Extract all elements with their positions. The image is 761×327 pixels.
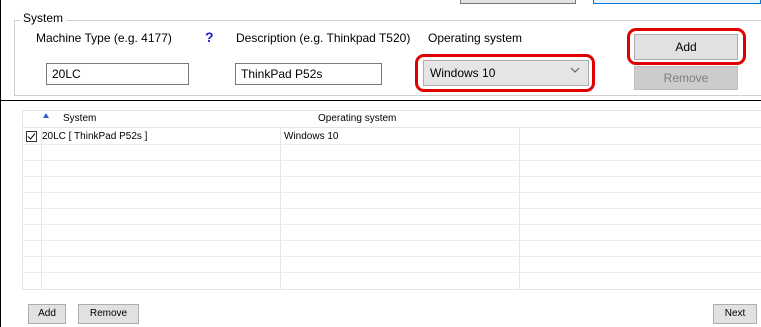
next-button[interactable]: Next [713, 304, 757, 324]
help-icon[interactable]: ? [205, 29, 214, 45]
row-checkbox[interactable] [26, 131, 37, 142]
description-label: Description (e.g. Thinkpad T520) [236, 31, 411, 45]
list-header: System Operating system [23, 111, 761, 128]
remove-system-button[interactable]: Remove [634, 66, 738, 90]
operating-system-label: Operating system [428, 31, 523, 45]
system-group-legend: System [20, 11, 67, 25]
system-list[interactable]: System Operating system 20LC [ ThinkPad … [22, 110, 761, 290]
sort-ascending-icon [42, 112, 50, 121]
row-gridline [23, 240, 761, 241]
row-gridline [23, 224, 761, 225]
row-system-cell: 20LC [ ThinkPad P52s ] [42, 131, 148, 142]
row-gridline [23, 160, 761, 161]
machine-type-input[interactable]: 20LC [46, 63, 189, 85]
table-row[interactable]: 20LC [ ThinkPad P52s ] Windows 10 [23, 129, 761, 144]
row-gridline [23, 272, 761, 273]
top-button-partial[interactable] [460, 0, 576, 4]
description-input[interactable]: ThinkPad P52s [235, 63, 382, 85]
column-header-system[interactable]: System [63, 113, 96, 124]
row-os-cell: Windows 10 [284, 131, 339, 142]
row-gridline [23, 176, 761, 177]
add-button-highlight [627, 28, 746, 65]
row-gridline [23, 256, 761, 257]
row-gridline [23, 208, 761, 209]
os-select-highlight [415, 54, 595, 92]
machine-type-label: Machine Type (e.g. 4177) [36, 31, 172, 45]
add-button[interactable]: Add [28, 304, 66, 324]
column-header-os[interactable]: Operating system [318, 113, 396, 124]
top-button-partial-primary[interactable] [593, 0, 761, 4]
row-gridline [23, 192, 761, 193]
remove-button[interactable]: Remove [78, 304, 139, 324]
row-gridline [23, 144, 761, 145]
